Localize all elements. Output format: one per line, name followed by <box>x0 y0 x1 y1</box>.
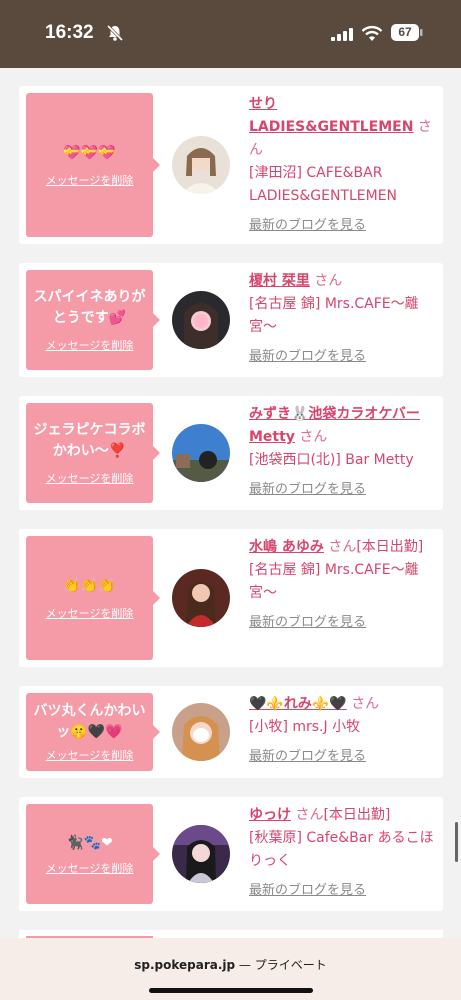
cast-name-link[interactable]: みずき🐰池袋カラオケバーMetty <box>249 406 420 445</box>
message-text: 🐈‍⬛🐾❤ <box>66 834 113 851</box>
message-bubble: スパイイネありがとうです💕 メッセージを削除 <box>26 270 160 370</box>
signal-icon <box>331 28 353 41</box>
honorific: さん <box>328 539 357 555</box>
url-domain: sp.pokepara.jp <box>134 958 236 972</box>
latest-blog-link[interactable]: 最新のブログを見る <box>249 478 366 501</box>
avatar[interactable] <box>172 569 230 627</box>
message-bubble: 💝💝💝 メッセージを削除 <box>26 93 160 237</box>
message-bubble: バツ丸くんかわいッ🤫🖤💗 メッセージを削除 <box>26 693 160 771</box>
latest-blog-link[interactable]: 最新のブログを見る <box>249 879 366 902</box>
shop-name: [名古屋 錦] Mrs.CAFE〜離宮〜 <box>249 296 419 335</box>
shop-name: [名古屋 錦] Mrs.CAFE〜離宮〜 <box>249 562 419 601</box>
latest-blog-link[interactable]: 最新のブログを見る <box>249 745 366 768</box>
delete-message-link[interactable]: メッセージを削除 <box>46 860 134 876</box>
work-status: [本日出勤] <box>356 539 424 555</box>
avatar[interactable] <box>172 825 230 883</box>
cast-name-link[interactable]: ゆっけ <box>249 807 291 823</box>
avatar[interactable] <box>172 424 230 482</box>
battery-level: 67 <box>398 25 412 39</box>
cast-info: せり LADIES&GENTLEMEN さん [津田沼] CAFE&BAR LA… <box>249 93 435 237</box>
cast-name-link[interactable]: せり LADIES&GENTLEMEN <box>249 96 413 135</box>
cast-info: みずき🐰池袋カラオケバーMetty さん [池袋西口(北)] Bar Metty… <box>249 403 435 501</box>
cast-info: 🖤⚜️れみ⚜️🖤 さん [小牧] mrs.J 小牧 最新のブログを見る <box>249 693 435 768</box>
cast-info: 榎村 栞里 さん [名古屋 錦] Mrs.CAFE〜離宮〜 最新のブログを見る <box>249 270 435 368</box>
message-text: スパイイネありがとうです💕 <box>33 289 146 326</box>
message-text: 💝💝💝 <box>63 144 116 161</box>
wifi-icon <box>361 25 383 41</box>
honorific: さん <box>314 273 343 289</box>
honorific: さん <box>295 807 324 823</box>
delete-message-link[interactable]: メッセージを削除 <box>46 470 134 486</box>
message-bubble: 👏👏👏 メッセージを削除 <box>26 536 160 660</box>
honorific: さん <box>351 696 380 712</box>
cast-info: 水嶋 あゆみ さん[本日出勤] [名古屋 錦] Mrs.CAFE〜離宮〜 最新の… <box>249 536 435 634</box>
status-time: 16:32 <box>45 22 94 43</box>
cast-name-link[interactable]: 榎村 栞里 <box>249 273 310 289</box>
status-bar: 16:32 67 <box>0 0 461 68</box>
delete-message-link[interactable]: メッセージを削除 <box>46 337 134 353</box>
latest-blog-link[interactable]: 最新のブログを見る <box>249 214 366 237</box>
latest-blog-link[interactable]: 最新のブログを見る <box>249 611 366 634</box>
message-text: ジェラピケコラボかわい〜❣️ <box>33 422 146 459</box>
url-display[interactable]: sp.pokepara.jp — プライベート <box>0 956 461 973</box>
cast-name-link[interactable]: 水嶋 あゆみ <box>249 539 324 555</box>
cast-name-link[interactable]: 🖤⚜️れみ⚜️🖤 <box>249 696 347 712</box>
shop-name: [津田沼] CAFE&BAR LADIES&GENTLEMEN <box>249 165 398 204</box>
message-text: 👏👏👏 <box>63 577 116 594</box>
avatar[interactable] <box>172 291 230 349</box>
message-bubble: 🐈‍⬛🐾❤ メッセージを削除 <box>26 804 160 904</box>
delete-message-link[interactable]: メッセージを削除 <box>46 172 134 188</box>
delete-message-link[interactable]: メッセージを削除 <box>46 747 134 763</box>
cast-info: ゆっけ さん[本日出勤] [秋葉原] Cafe&Bar あるこほりっく 最新のブ… <box>249 804 435 902</box>
shop-name: [秋葉原] Cafe&Bar あるこほりっく <box>249 830 434 869</box>
shop-name: [小牧] mrs.J 小牧 <box>249 719 361 735</box>
browser-address-bar[interactable]: sp.pokepara.jp — プライベート <box>0 938 461 1000</box>
delete-message-link[interactable]: メッセージを削除 <box>46 605 134 621</box>
work-status: [本日出勤] <box>323 807 391 823</box>
message-bubble: ジェラピケコラボかわい〜❣️ メッセージを削除 <box>26 403 160 503</box>
latest-blog-link[interactable]: 最新のブログを見る <box>249 345 366 368</box>
message-text: バツ丸くんかわいッ🤫🖤💗 <box>33 703 146 740</box>
avatar[interactable] <box>172 136 230 194</box>
bell-slash-icon <box>106 24 124 42</box>
honorific: さん <box>299 429 328 445</box>
private-mode-label: プライベート <box>254 958 327 972</box>
shop-name: [池袋西口(北)] Bar Metty <box>249 452 414 468</box>
home-indicator[interactable] <box>149 988 313 993</box>
avatar[interactable] <box>172 703 230 761</box>
url-separator: — <box>235 958 255 972</box>
scrollbar-thumb[interactable] <box>455 822 458 862</box>
